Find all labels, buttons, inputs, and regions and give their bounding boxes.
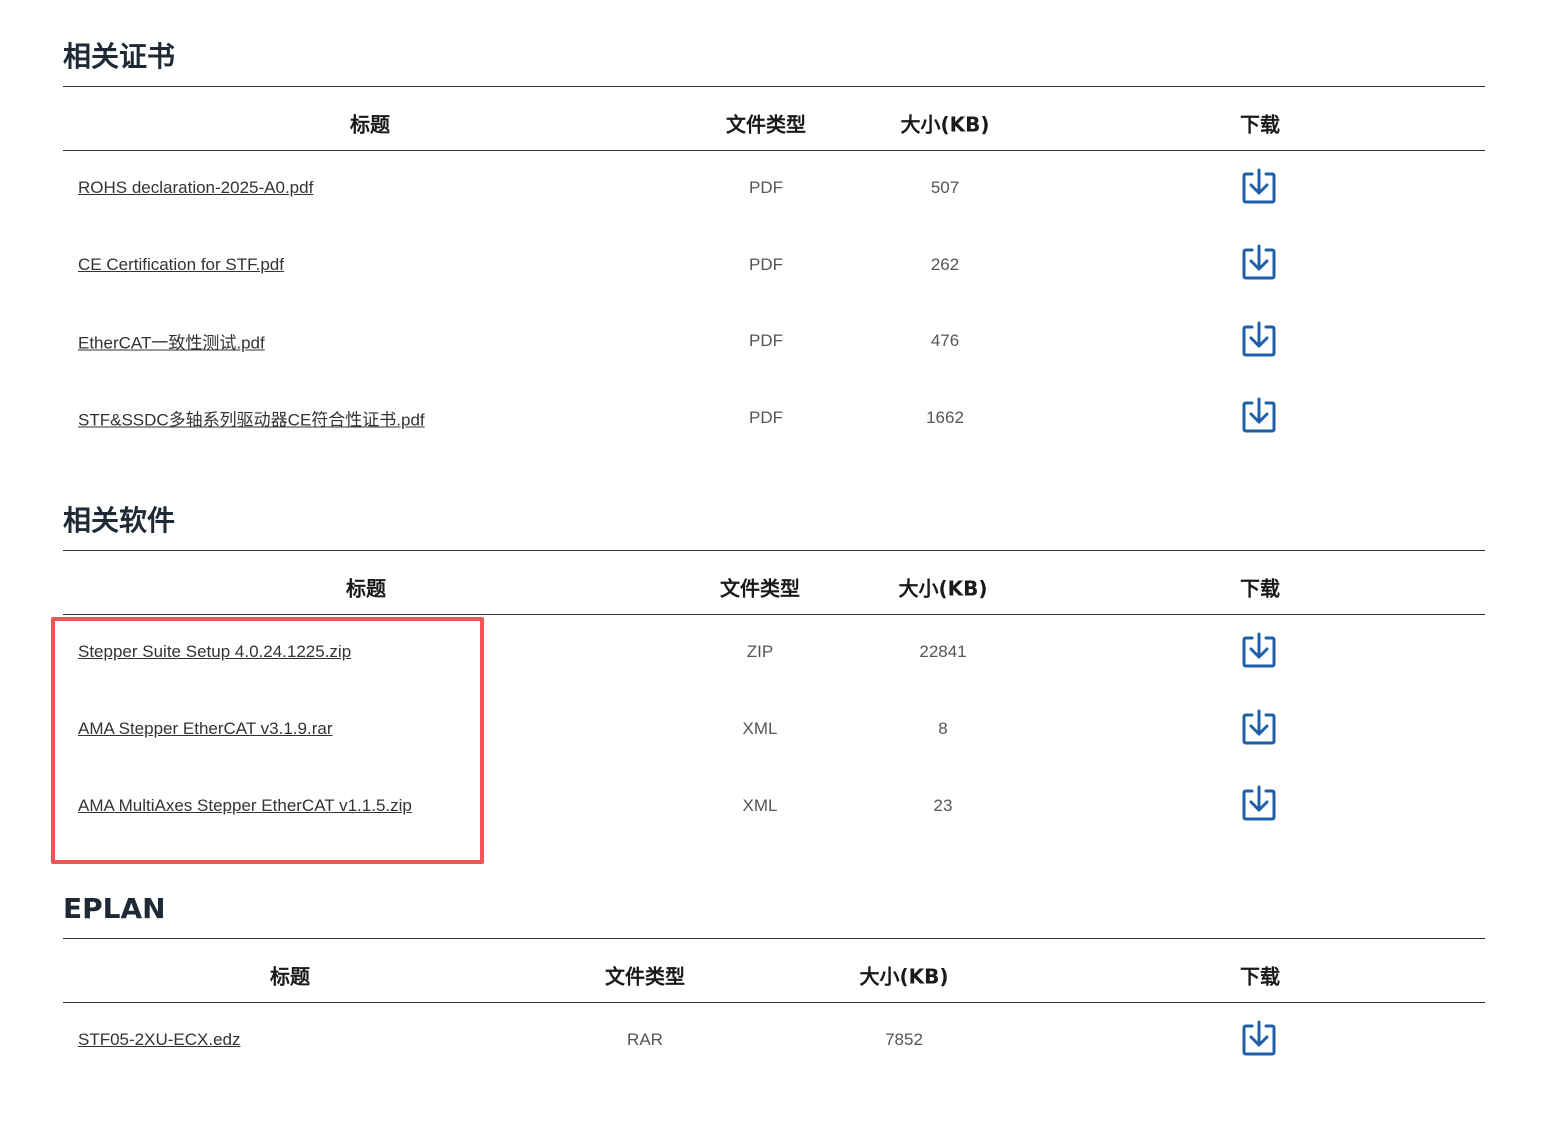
col-header-download: 下载 bbox=[1240, 964, 1280, 989]
divider bbox=[63, 938, 1485, 939]
section-eplan: EPLAN 标题 文件类型 大小(KB) 下载 STF05-2XU-ECX.ed… bbox=[63, 0, 1485, 1143]
col-header-title: 标题 bbox=[270, 964, 310, 989]
divider bbox=[63, 1002, 1485, 1003]
section-title: EPLAN bbox=[63, 892, 166, 925]
download-icon[interactable] bbox=[1241, 1019, 1277, 1057]
col-header-size: 大小(KB) bbox=[859, 964, 949, 989]
col-header-type: 文件类型 bbox=[605, 964, 685, 989]
file-type: RAR bbox=[627, 1030, 663, 1049]
file-size: 7852 bbox=[885, 1030, 923, 1049]
file-link[interactable]: STF05-2XU-ECX.edz bbox=[78, 1030, 241, 1050]
